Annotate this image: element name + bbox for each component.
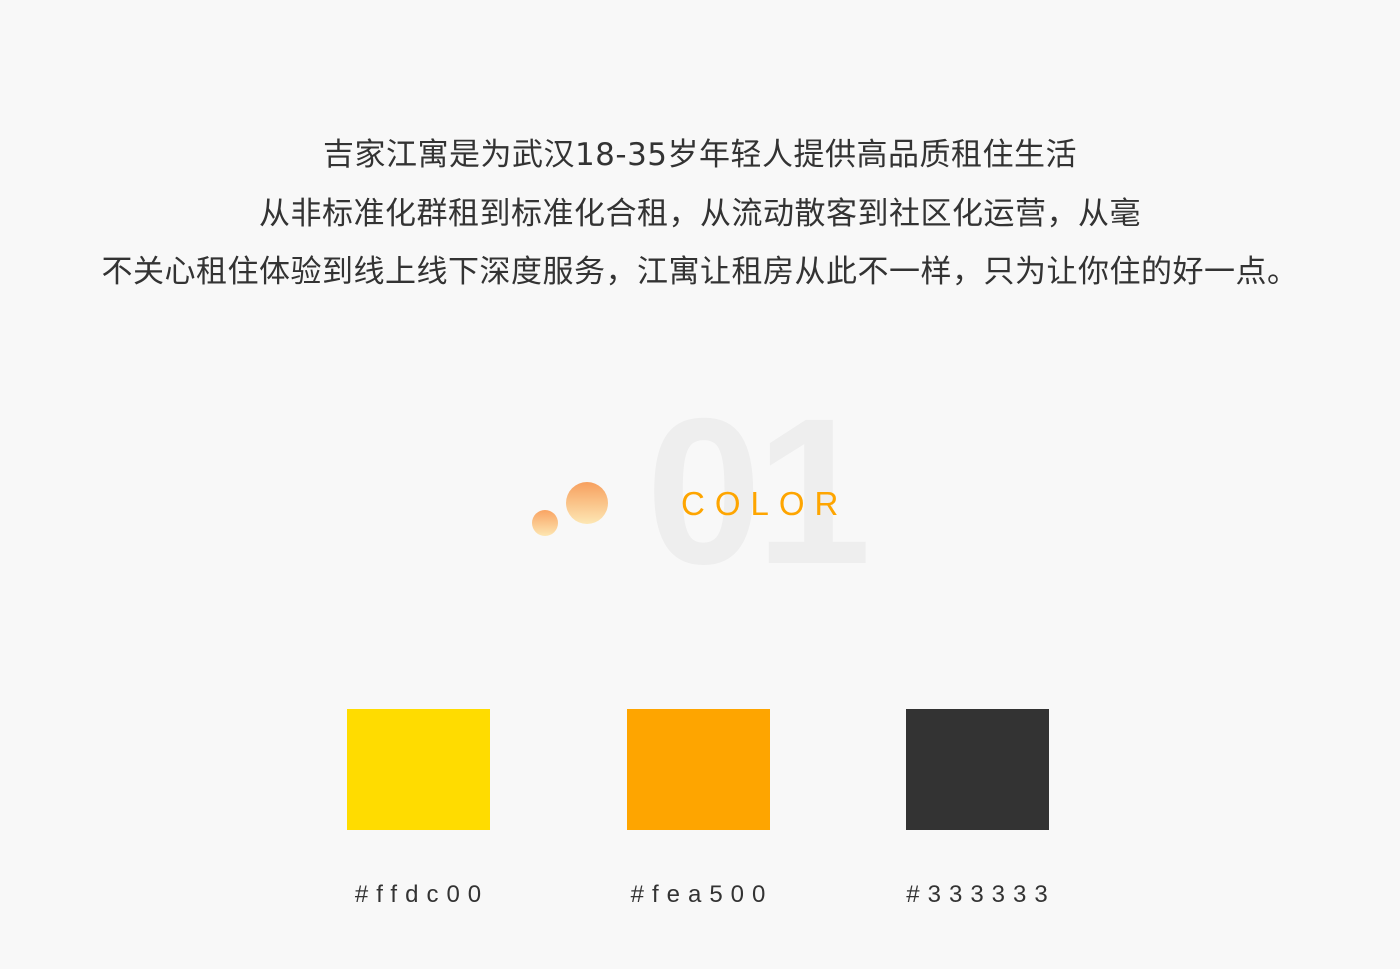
color-code-label-2: #fea500 [630, 881, 774, 908]
intro-line-1: 吉家江寓是为武汉18-35岁年轻人提供高品质租住生活 [322, 137, 1078, 173]
color-code-label-3: #333333 [906, 881, 1056, 908]
intro-text: 吉家江寓是为武汉18-35岁年轻人提供高品质租住生活 从非标准化群租到标准化合租… [0, 126, 1400, 302]
section-header: 01 COLOR [520, 388, 900, 596]
decorative-dot-large-icon [566, 482, 608, 524]
color-swatch-2 [627, 709, 770, 830]
section-title: COLOR [681, 485, 849, 522]
color-swatch-3 [906, 709, 1049, 830]
intro-line-3: 不关心租住体验到线上线下深度服务，江寓让租房从此不一样，只为让你住的好一点。 [101, 254, 1299, 290]
color-code-label-1: #ffdc00 [354, 881, 490, 908]
intro-line-2: 从非标准化群租到标准化合租，从流动散客到社区化运营，从毫 [259, 195, 1141, 232]
color-swatch-1 [347, 709, 490, 830]
decorative-dot-small-icon [532, 510, 558, 536]
